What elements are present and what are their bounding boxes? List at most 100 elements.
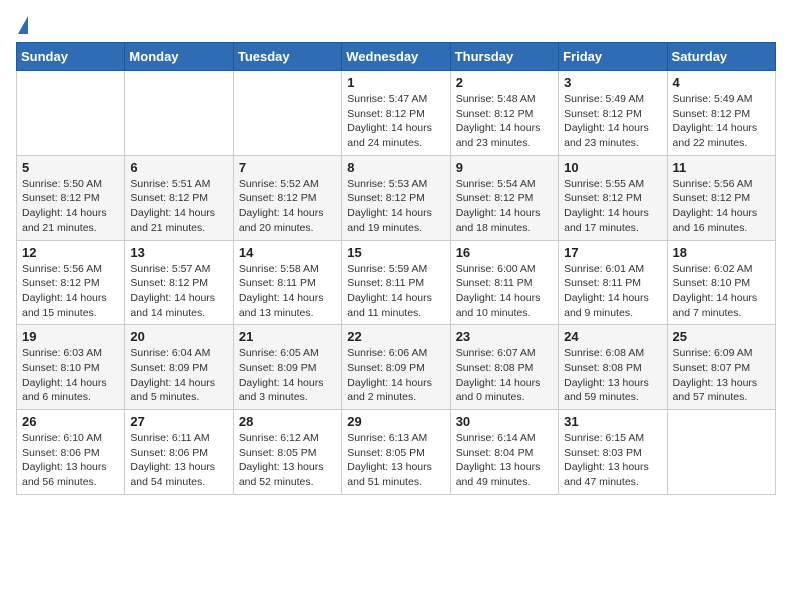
day-info: Sunrise: 6:10 AM Sunset: 8:06 PM Dayligh… <box>22 431 119 490</box>
calendar-cell: 12 Sunrise: 5:56 AM Sunset: 8:12 PM Dayli… <box>17 240 125 325</box>
day-number: 30 <box>456 414 553 429</box>
day-info: Sunrise: 6:12 AM Sunset: 8:05 PM Dayligh… <box>239 431 336 490</box>
day-info: Sunrise: 5:49 AM Sunset: 8:12 PM Dayligh… <box>564 92 661 151</box>
calendar-cell <box>17 71 125 156</box>
day-number: 20 <box>130 329 227 344</box>
calendar-cell: 5Sunrise: 5:50 AM Sunset: 8:12 PM Daylig… <box>17 155 125 240</box>
day-number: 10 <box>564 160 661 175</box>
day-number: 1 <box>347 75 444 90</box>
calendar-day-header: Tuesday <box>233 43 341 71</box>
calendar-cell: 7 Sunrise: 5:52 AM Sunset: 8:12 PM Daylig… <box>233 155 341 240</box>
day-number: 31 <box>564 414 661 429</box>
day-info: Sunrise: 6:09 AM Sunset: 8:07 PM Dayligh… <box>673 346 770 405</box>
calendar-cell <box>233 71 341 156</box>
calendar-cell: 9 Sunrise: 5:54 AM Sunset: 8:12 PM Daylig… <box>450 155 558 240</box>
calendar-cell: 15 Sunrise: 5:59 AM Sunset: 8:11 PM Dayli… <box>342 240 450 325</box>
calendar-cell: 2Sunrise: 5:48 AM Sunset: 8:12 PM Daylig… <box>450 71 558 156</box>
day-info: Sunrise: 6:02 AM Sunset: 8:10 PM Dayligh… <box>673 262 770 321</box>
calendar-cell: 30 Sunrise: 6:14 AM Sunset: 8:04 PM Dayli… <box>450 410 558 495</box>
calendar-cell: 20 Sunrise: 6:04 AM Sunset: 8:09 PM Dayli… <box>125 325 233 410</box>
day-number: 15 <box>347 245 444 260</box>
day-number: 21 <box>239 329 336 344</box>
calendar-week-row: 5Sunrise: 5:50 AM Sunset: 8:12 PM Daylig… <box>17 155 776 240</box>
day-info: Sunrise: 5:52 AM Sunset: 8:12 PM Dayligh… <box>239 177 336 236</box>
calendar-cell: 6Sunrise: 5:51 AM Sunset: 8:12 PM Daylig… <box>125 155 233 240</box>
day-info: Sunrise: 5:54 AM Sunset: 8:12 PM Dayligh… <box>456 177 553 236</box>
calendar-day-header: Friday <box>559 43 667 71</box>
day-info: Sunrise: 5:50 AM Sunset: 8:12 PM Dayligh… <box>22 177 119 236</box>
day-info: Sunrise: 6:01 AM Sunset: 8:11 PM Dayligh… <box>564 262 661 321</box>
day-info: Sunrise: 6:08 AM Sunset: 8:08 PM Dayligh… <box>564 346 661 405</box>
calendar-cell: 17Sunrise: 6:01 AM Sunset: 8:11 PM Dayli… <box>559 240 667 325</box>
calendar-cell: 11 Sunrise: 5:56 AM Sunset: 8:12 PM Dayli… <box>667 155 775 240</box>
calendar-cell: 29 Sunrise: 6:13 AM Sunset: 8:05 PM Dayli… <box>342 410 450 495</box>
calendar-week-row: 12 Sunrise: 5:56 AM Sunset: 8:12 PM Dayli… <box>17 240 776 325</box>
day-info: Sunrise: 6:15 AM Sunset: 8:03 PM Dayligh… <box>564 431 661 490</box>
calendar-cell: 16 Sunrise: 6:00 AM Sunset: 8:11 PM Dayli… <box>450 240 558 325</box>
day-number: 6 <box>130 160 227 175</box>
calendar-table: SundayMondayTuesdayWednesdayThursdayFrid… <box>16 42 776 495</box>
calendar-cell: 14 Sunrise: 5:58 AM Sunset: 8:11 PM Dayli… <box>233 240 341 325</box>
day-info: Sunrise: 6:07 AM Sunset: 8:08 PM Dayligh… <box>456 346 553 405</box>
calendar-cell: 26 Sunrise: 6:10 AM Sunset: 8:06 PM Dayli… <box>17 410 125 495</box>
calendar-cell: 31 Sunrise: 6:15 AM Sunset: 8:03 PM Dayli… <box>559 410 667 495</box>
day-number: 13 <box>130 245 227 260</box>
day-info: Sunrise: 6:06 AM Sunset: 8:09 PM Dayligh… <box>347 346 444 405</box>
calendar-day-header: Saturday <box>667 43 775 71</box>
day-info: Sunrise: 5:53 AM Sunset: 8:12 PM Dayligh… <box>347 177 444 236</box>
logo-triangle-icon <box>18 16 28 34</box>
calendar-cell: 22Sunrise: 6:06 AM Sunset: 8:09 PM Dayli… <box>342 325 450 410</box>
day-info: Sunrise: 5:47 AM Sunset: 8:12 PM Dayligh… <box>347 92 444 151</box>
calendar-cell: 3 Sunrise: 5:49 AM Sunset: 8:12 PM Daylig… <box>559 71 667 156</box>
day-number: 12 <box>22 245 119 260</box>
calendar-day-header: Monday <box>125 43 233 71</box>
calendar-cell: 18Sunrise: 6:02 AM Sunset: 8:10 PM Dayli… <box>667 240 775 325</box>
calendar-cell <box>667 410 775 495</box>
page-header <box>16 16 776 34</box>
day-number: 29 <box>347 414 444 429</box>
calendar-header-row: SundayMondayTuesdayWednesdayThursdayFrid… <box>17 43 776 71</box>
calendar-cell: 28Sunrise: 6:12 AM Sunset: 8:05 PM Dayli… <box>233 410 341 495</box>
day-number: 2 <box>456 75 553 90</box>
day-number: 14 <box>239 245 336 260</box>
day-info: Sunrise: 5:57 AM Sunset: 8:12 PM Dayligh… <box>130 262 227 321</box>
day-info: Sunrise: 6:04 AM Sunset: 8:09 PM Dayligh… <box>130 346 227 405</box>
calendar-day-header: Thursday <box>450 43 558 71</box>
day-number: 3 <box>564 75 661 90</box>
day-number: 19 <box>22 329 119 344</box>
day-info: Sunrise: 6:13 AM Sunset: 8:05 PM Dayligh… <box>347 431 444 490</box>
day-number: 24 <box>564 329 661 344</box>
day-info: Sunrise: 5:58 AM Sunset: 8:11 PM Dayligh… <box>239 262 336 321</box>
day-number: 4 <box>673 75 770 90</box>
day-info: Sunrise: 5:59 AM Sunset: 8:11 PM Dayligh… <box>347 262 444 321</box>
day-info: Sunrise: 5:55 AM Sunset: 8:12 PM Dayligh… <box>564 177 661 236</box>
day-number: 7 <box>239 160 336 175</box>
calendar-cell: 21 Sunrise: 6:05 AM Sunset: 8:09 PM Dayli… <box>233 325 341 410</box>
calendar-cell: 13 Sunrise: 5:57 AM Sunset: 8:12 PM Dayli… <box>125 240 233 325</box>
calendar-cell: 8Sunrise: 5:53 AM Sunset: 8:12 PM Daylig… <box>342 155 450 240</box>
day-info: Sunrise: 6:05 AM Sunset: 8:09 PM Dayligh… <box>239 346 336 405</box>
day-number: 16 <box>456 245 553 260</box>
day-number: 26 <box>22 414 119 429</box>
calendar-day-header: Sunday <box>17 43 125 71</box>
calendar-cell: 23 Sunrise: 6:07 AM Sunset: 8:08 PM Dayli… <box>450 325 558 410</box>
day-info: Sunrise: 6:14 AM Sunset: 8:04 PM Dayligh… <box>456 431 553 490</box>
day-info: Sunrise: 5:56 AM Sunset: 8:12 PM Dayligh… <box>22 262 119 321</box>
day-info: Sunrise: 5:49 AM Sunset: 8:12 PM Dayligh… <box>673 92 770 151</box>
day-info: Sunrise: 5:56 AM Sunset: 8:12 PM Dayligh… <box>673 177 770 236</box>
calendar-cell <box>125 71 233 156</box>
day-number: 23 <box>456 329 553 344</box>
day-info: Sunrise: 6:03 AM Sunset: 8:10 PM Dayligh… <box>22 346 119 405</box>
day-number: 9 <box>456 160 553 175</box>
day-info: Sunrise: 6:11 AM Sunset: 8:06 PM Dayligh… <box>130 431 227 490</box>
calendar-week-row: 26 Sunrise: 6:10 AM Sunset: 8:06 PM Dayli… <box>17 410 776 495</box>
calendar-day-header: Wednesday <box>342 43 450 71</box>
day-number: 27 <box>130 414 227 429</box>
day-number: 11 <box>673 160 770 175</box>
calendar-cell: 19 Sunrise: 6:03 AM Sunset: 8:10 PM Dayli… <box>17 325 125 410</box>
calendar-week-row: 19 Sunrise: 6:03 AM Sunset: 8:10 PM Dayli… <box>17 325 776 410</box>
day-number: 25 <box>673 329 770 344</box>
calendar-cell: 1 Sunrise: 5:47 AM Sunset: 8:12 PM Daylig… <box>342 71 450 156</box>
day-info: Sunrise: 6:00 AM Sunset: 8:11 PM Dayligh… <box>456 262 553 321</box>
calendar-cell: 25 Sunrise: 6:09 AM Sunset: 8:07 PM Dayli… <box>667 325 775 410</box>
